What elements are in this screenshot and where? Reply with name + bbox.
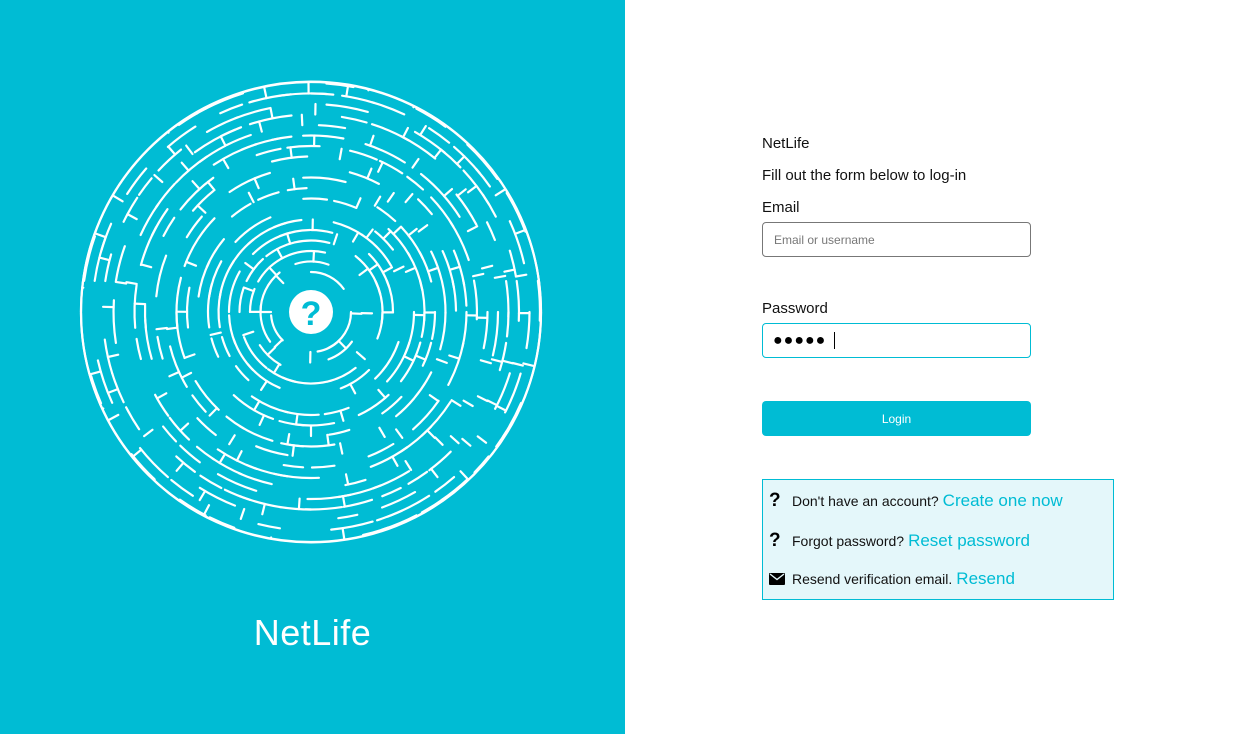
maze-logo: ?	[79, 80, 543, 544]
password-value: ●●●●●	[773, 331, 827, 349]
text-caret	[834, 332, 836, 349]
form-subtitle: Fill out the form below to log-in	[762, 167, 967, 184]
password-field[interactable]: ●●●●●	[762, 323, 1031, 358]
question-icon: ?	[769, 530, 781, 551]
resend-link[interactable]: Resend	[956, 569, 1015, 589]
password-label: Password	[762, 300, 828, 317]
forgot-password-prompt: Forgot password?	[792, 533, 905, 549]
brand-title: NetLife	[253, 612, 372, 653]
question-icon: ?	[769, 490, 781, 511]
signup-prompt: Don't have an account?	[792, 493, 939, 509]
email-label: Email	[762, 199, 800, 216]
brand-panel: ? NetLife	[0, 0, 625, 734]
help-box: ? Don't have an account? Create one now …	[762, 479, 1114, 600]
login-button[interactable]: Login	[762, 401, 1031, 436]
resend-prompt: Resend verification email.	[792, 571, 953, 587]
signup-row: ? Don't have an account? Create one now	[769, 490, 1063, 512]
app-name: NetLife	[762, 135, 810, 152]
maze-illustration: ?	[79, 80, 543, 544]
forgot-password-row: ? Forgot password? Reset password	[769, 530, 1030, 552]
question-mark-icon: ?	[301, 295, 322, 333]
email-field[interactable]	[762, 222, 1031, 257]
envelope-icon	[769, 573, 792, 585]
resend-verification-row: Resend verification email. Resend	[769, 569, 1015, 589]
reset-password-link[interactable]: Reset password	[908, 531, 1030, 551]
login-panel	[625, 0, 1250, 734]
create-account-link[interactable]: Create one now	[943, 491, 1063, 511]
